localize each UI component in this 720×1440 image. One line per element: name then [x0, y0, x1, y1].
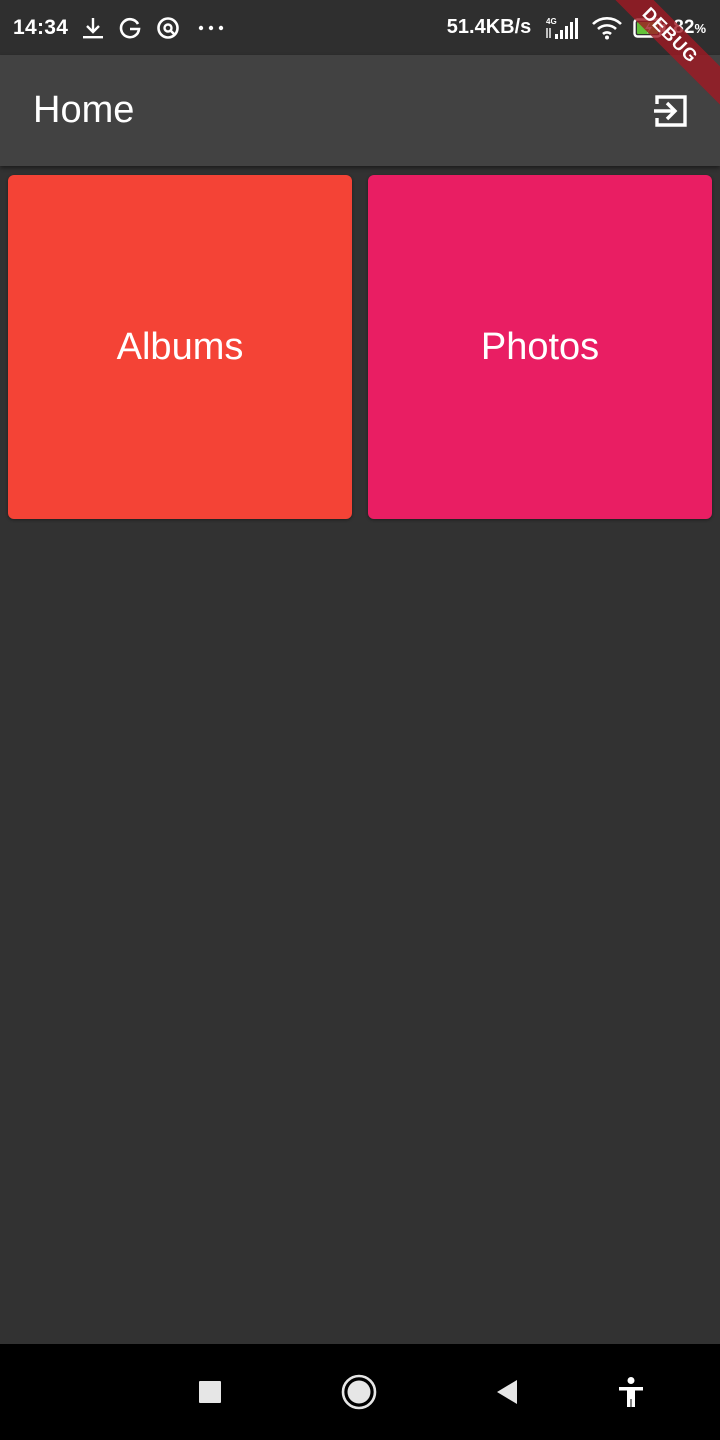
cellular-signal-icon: 4G	[543, 15, 581, 41]
app-bar: Home	[0, 55, 720, 166]
q-icon	[156, 16, 180, 40]
status-bar: 14:34 51.4KB/s 4G 82%	[0, 0, 720, 55]
system-nav-bar	[0, 1344, 720, 1440]
photos-label: Photos	[480, 325, 600, 368]
recents-button[interactable]	[190, 1372, 230, 1412]
accessibility-icon	[616, 1376, 646, 1408]
albums-tile[interactable]: Albums	[8, 175, 352, 519]
recents-square-icon	[198, 1380, 222, 1404]
g-icon	[118, 16, 142, 40]
back-button[interactable]	[486, 1372, 526, 1412]
home-button[interactable]	[339, 1372, 379, 1412]
signal-label: 4G	[546, 17, 557, 26]
page-title: Home	[33, 89, 135, 131]
accessibility-button[interactable]	[611, 1372, 651, 1412]
back-triangle-icon	[493, 1378, 519, 1406]
status-bar-left: 14:34	[13, 0, 224, 55]
status-time: 14:34	[13, 15, 69, 39]
network-speed: 51.4KB/s	[446, 16, 532, 38]
more-dots-icon	[198, 24, 224, 32]
logout-button[interactable]	[646, 86, 696, 136]
download-icon	[82, 16, 104, 40]
home-circle-icon	[340, 1373, 378, 1411]
photos-tile[interactable]: Photos	[368, 175, 712, 519]
battery-unit: %	[694, 20, 706, 36]
albums-label: Albums	[116, 325, 244, 368]
wifi-icon	[591, 16, 623, 40]
logout-icon	[651, 91, 691, 131]
